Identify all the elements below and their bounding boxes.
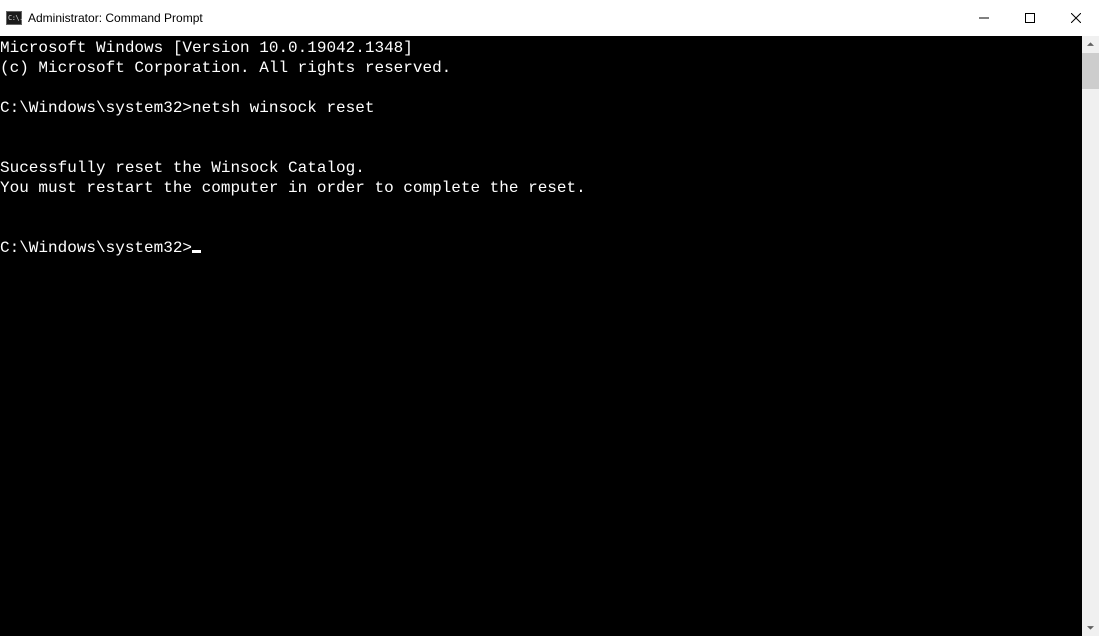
terminal-line — [0, 78, 1082, 98]
minimize-button[interactable] — [961, 0, 1007, 36]
scroll-down-button[interactable] — [1082, 619, 1099, 636]
window-title: Administrator: Command Prompt — [28, 11, 203, 25]
terminal-line: C:\Windows\system32>netsh winsock reset — [0, 98, 1082, 118]
terminal-output[interactable]: Microsoft Windows [Version 10.0.19042.13… — [0, 36, 1082, 636]
maximize-icon — [1025, 13, 1035, 23]
vertical-scrollbar[interactable] — [1082, 36, 1099, 636]
scroll-track[interactable] — [1082, 53, 1099, 619]
close-button[interactable] — [1053, 0, 1099, 36]
minimize-icon — [979, 13, 989, 23]
terminal-line — [0, 218, 1082, 238]
terminal-line: Sucessfully reset the Winsock Catalog. — [0, 158, 1082, 178]
terminal-line: C:\Windows\system32> — [0, 238, 1082, 258]
titlebar: C:\. Administrator: Command Prompt — [0, 0, 1099, 36]
terminal-line — [0, 118, 1082, 138]
cmd-icon: C:\. — [6, 10, 22, 26]
terminal-line: (c) Microsoft Corporation. All rights re… — [0, 58, 1082, 78]
terminal-cursor — [192, 250, 201, 253]
terminal-line — [0, 198, 1082, 218]
content-area: Microsoft Windows [Version 10.0.19042.13… — [0, 36, 1099, 636]
scroll-thumb[interactable] — [1082, 53, 1099, 89]
maximize-button[interactable] — [1007, 0, 1053, 36]
chevron-up-icon — [1087, 41, 1094, 48]
chevron-down-icon — [1087, 624, 1094, 631]
scroll-up-button[interactable] — [1082, 36, 1099, 53]
window-controls — [961, 0, 1099, 36]
terminal-line: Microsoft Windows [Version 10.0.19042.13… — [0, 38, 1082, 58]
close-icon — [1071, 13, 1081, 23]
terminal-line — [0, 138, 1082, 158]
terminal-line: You must restart the computer in order t… — [0, 178, 1082, 198]
